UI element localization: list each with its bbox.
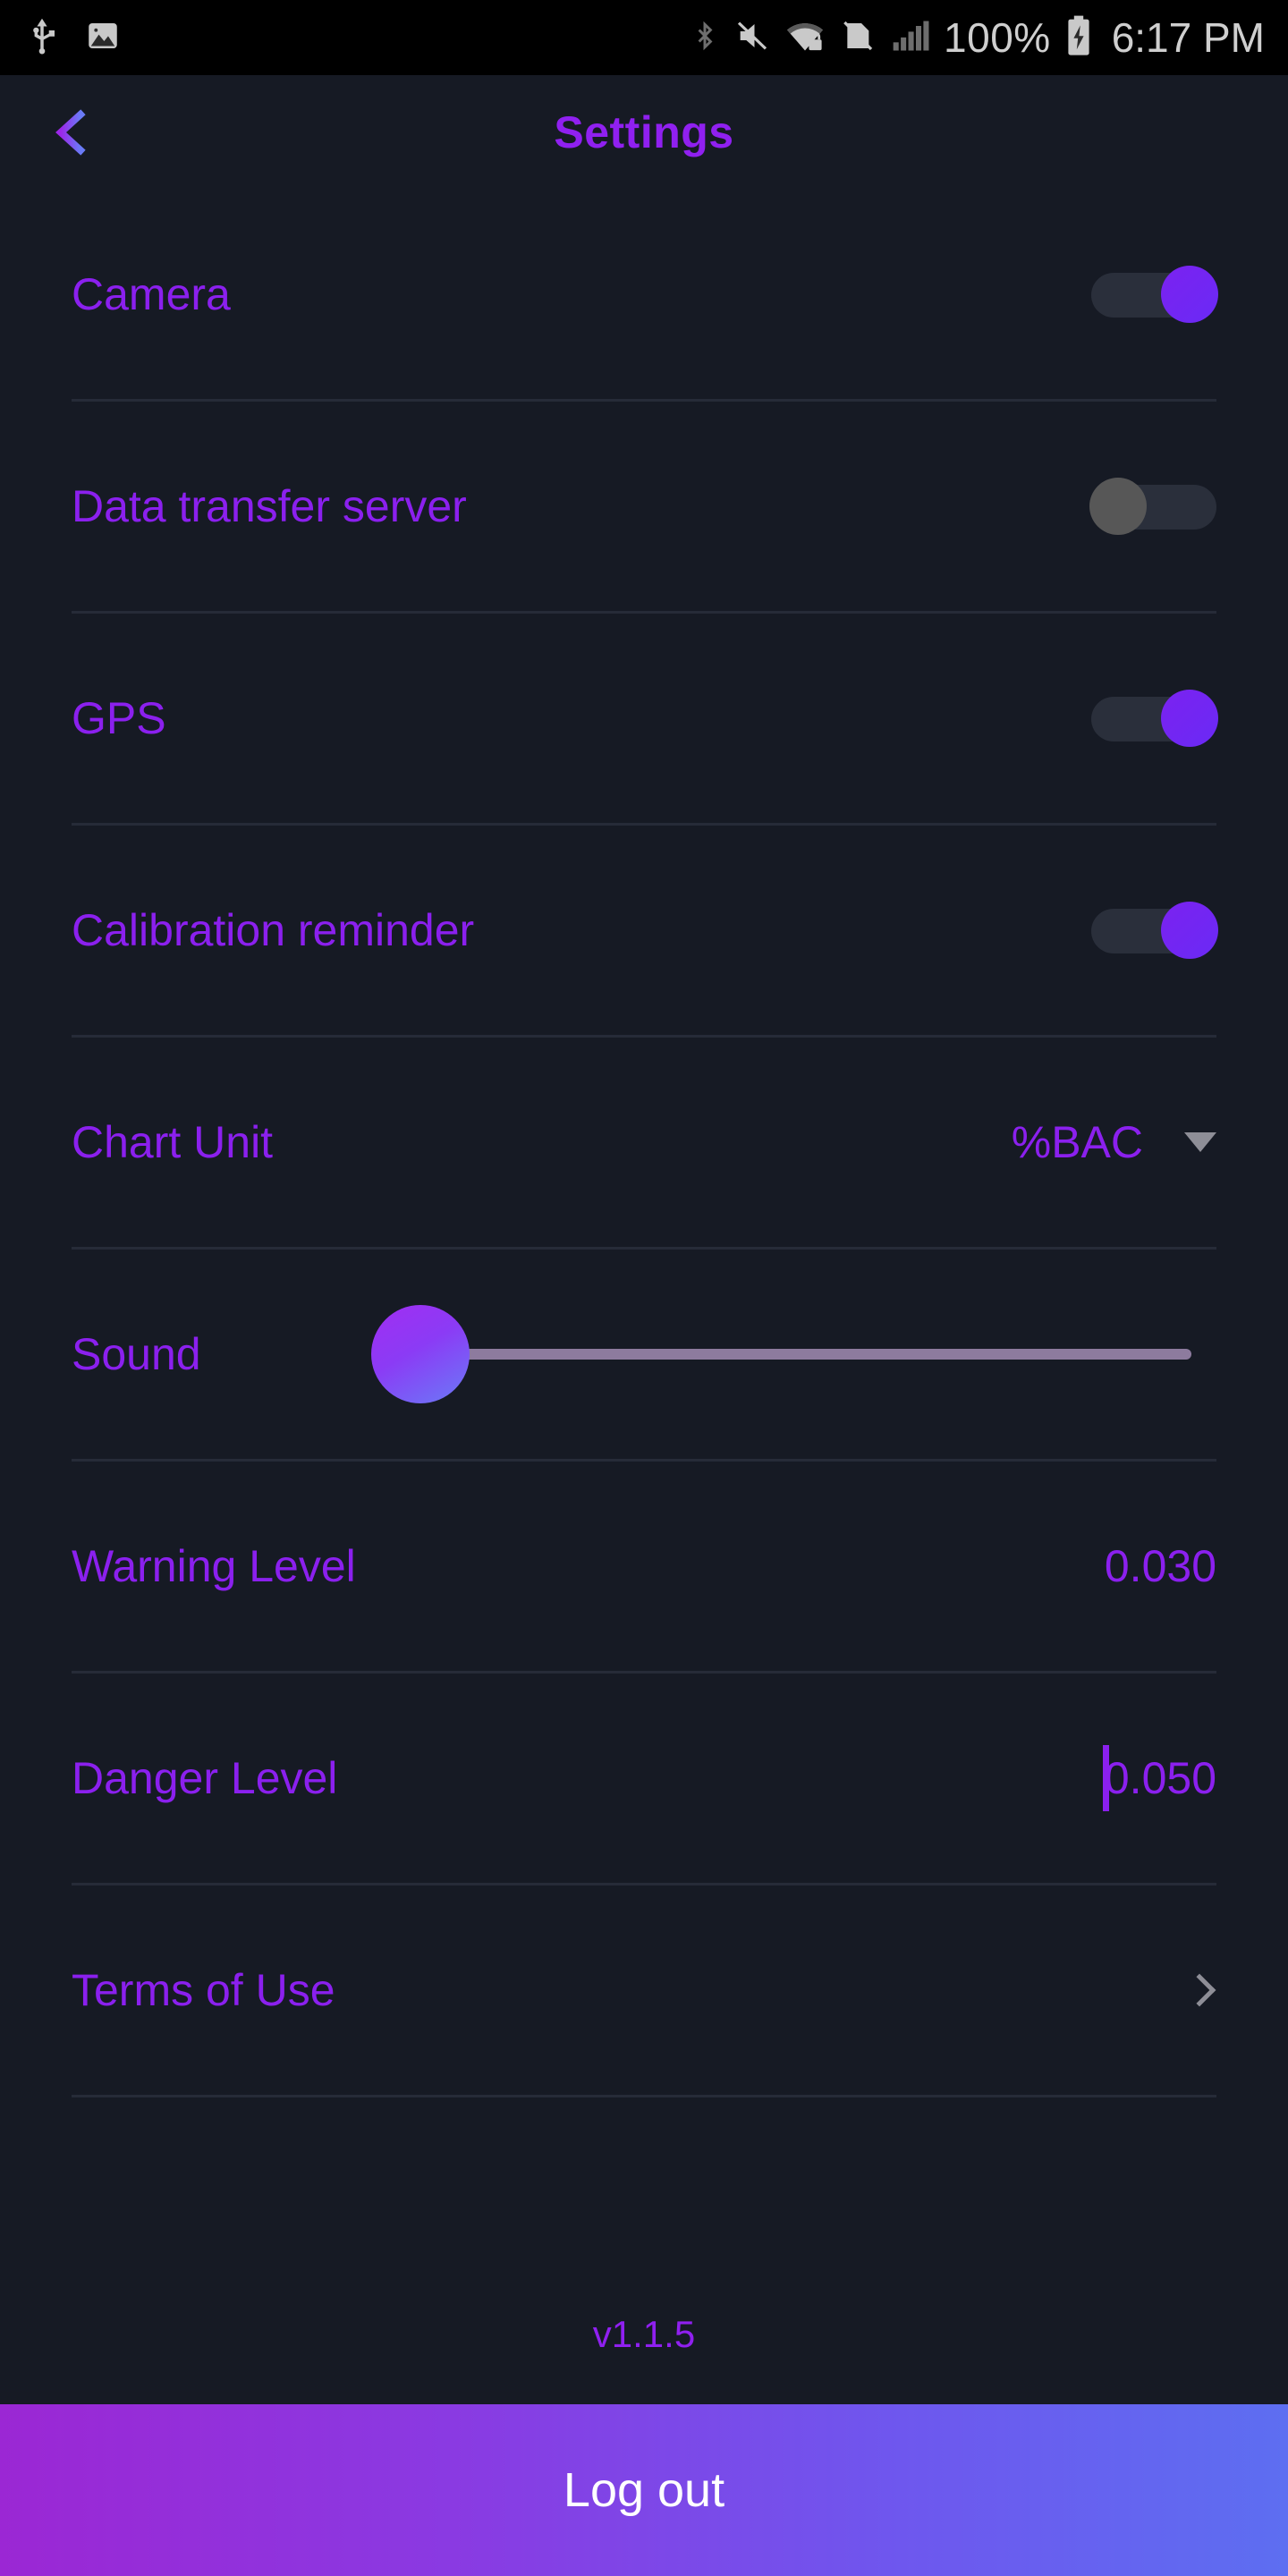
battery-percent-text: 100% bbox=[944, 14, 1051, 61]
logout-button[interactable]: Log out bbox=[0, 2404, 1288, 2576]
chevron-down-icon[interactable] bbox=[1184, 1132, 1216, 1152]
setting-label: Terms of Use bbox=[72, 1965, 335, 2015]
logout-label: Log out bbox=[563, 2463, 725, 2517]
setting-row-chart-unit[interactable]: Chart Unit %BAC bbox=[72, 1038, 1216, 1250]
slider-track[interactable] bbox=[426, 1349, 1191, 1360]
image-icon bbox=[84, 15, 122, 61]
version-text: v1.1.5 bbox=[592, 2313, 696, 2355]
slider-thumb[interactable] bbox=[370, 1305, 470, 1403]
chevron-right-icon[interactable] bbox=[1182, 1973, 1216, 2007]
danger-level-input[interactable]: 0.050 bbox=[1102, 1745, 1216, 1811]
gps-toggle[interactable] bbox=[1091, 690, 1218, 747]
camera-toggle[interactable] bbox=[1091, 266, 1218, 323]
signal-bars-icon bbox=[890, 15, 929, 61]
toggle-thumb bbox=[1161, 902, 1218, 959]
setting-row-sound[interactable]: Sound bbox=[72, 1250, 1216, 1462]
setting-label: GPS bbox=[72, 693, 166, 743]
data-transfer-server-toggle[interactable] bbox=[1089, 478, 1216, 535]
warning-level-input[interactable]: 0.030 bbox=[1105, 1540, 1216, 1592]
setting-row-camera[interactable]: Camera bbox=[72, 190, 1218, 402]
back-arrow-icon[interactable] bbox=[55, 106, 132, 159]
toggle-thumb bbox=[1161, 266, 1218, 323]
settings-screen: 100% 6:17 PM Settings Camera Data transf… bbox=[0, 0, 1288, 2576]
battery-charging-icon bbox=[1065, 14, 1092, 62]
setting-label: Danger Level bbox=[72, 1753, 338, 1803]
version-container: v1.1.5 bbox=[0, 2270, 1288, 2404]
toggle-thumb bbox=[1089, 478, 1147, 535]
setting-row-terms-of-use[interactable]: Terms of Use bbox=[72, 1885, 1216, 2097]
setting-row-gps[interactable]: GPS bbox=[72, 614, 1218, 826]
clock-text: 6:17 PM bbox=[1111, 14, 1265, 61]
sound-slider[interactable] bbox=[370, 1305, 1191, 1403]
settings-list: Camera Data transfer server GPS Calibrat… bbox=[0, 190, 1288, 2270]
setting-label: Chart Unit bbox=[72, 1117, 274, 1167]
app-bar: Settings bbox=[0, 75, 1288, 190]
setting-row-danger-level[interactable]: Danger Level 0.050 bbox=[72, 1674, 1216, 1885]
setting-label: Camera bbox=[72, 269, 231, 319]
volume-muted-icon bbox=[734, 15, 770, 61]
setting-row-warning-level[interactable]: Warning Level 0.030 bbox=[72, 1462, 1216, 1674]
danger-level-value: 0.050 bbox=[1104, 1753, 1216, 1803]
usb-icon bbox=[23, 15, 61, 61]
page-title: Settings bbox=[554, 107, 734, 157]
sim-disabled-icon bbox=[840, 15, 876, 61]
status-bar-left-icons bbox=[23, 15, 122, 61]
bluetooth-icon bbox=[690, 15, 720, 61]
setting-row-calibration-reminder[interactable]: Calibration reminder bbox=[72, 826, 1218, 1038]
setting-label: Calibration reminder bbox=[72, 905, 475, 955]
status-bar-right-icons: 100% 6:17 PM bbox=[690, 14, 1265, 62]
setting-row-data-transfer-server[interactable]: Data transfer server bbox=[72, 402, 1216, 614]
calibration-reminder-toggle[interactable] bbox=[1091, 902, 1218, 959]
wifi-locked-icon bbox=[784, 15, 826, 61]
status-bar: 100% 6:17 PM bbox=[0, 0, 1288, 75]
setting-label: Warning Level bbox=[72, 1541, 356, 1591]
setting-label: Sound bbox=[72, 1329, 201, 1379]
toggle-thumb bbox=[1161, 690, 1218, 747]
chart-unit-value[interactable]: %BAC bbox=[1012, 1116, 1143, 1168]
setting-label: Data transfer server bbox=[72, 481, 467, 531]
